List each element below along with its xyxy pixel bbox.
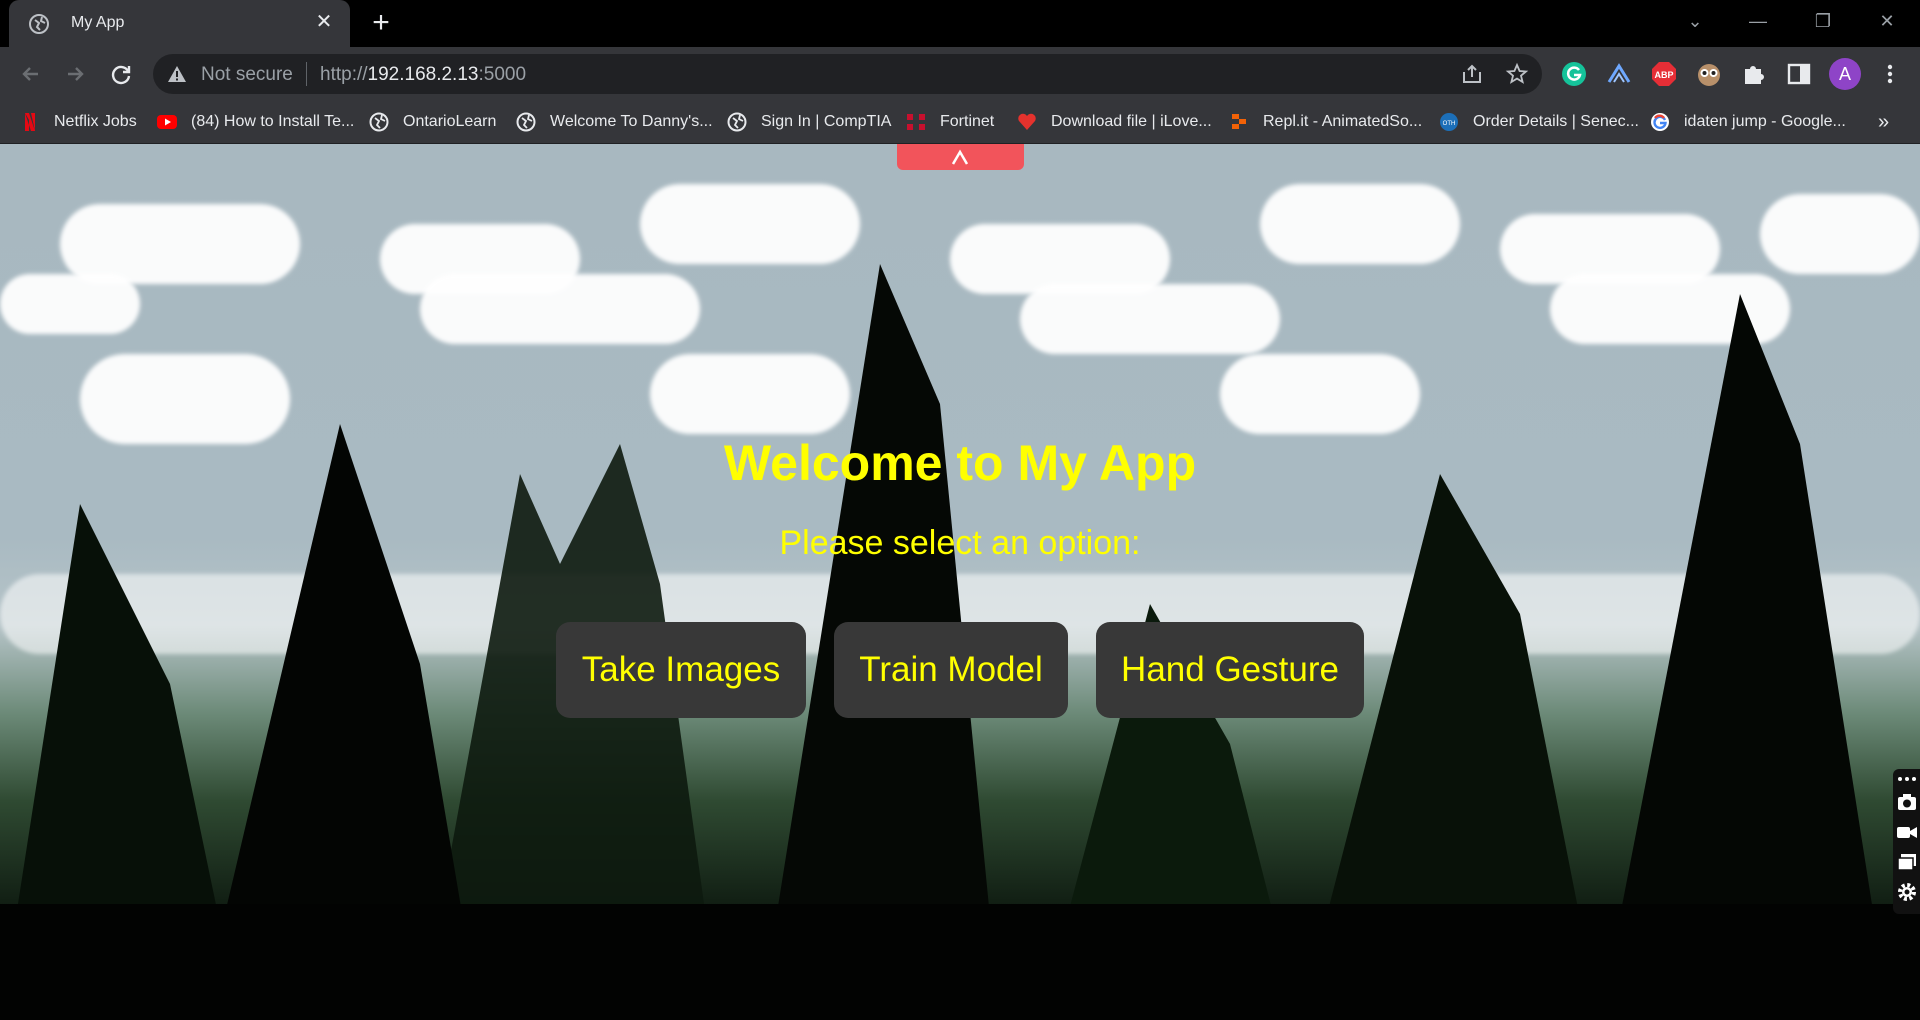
warning-icon [168, 66, 186, 82]
bookmark-item[interactable]: Repl.it - AnimatedSo... [1229, 109, 1422, 135]
bookmark-item[interactable]: OntarioLearn [369, 109, 496, 135]
adblock-plus-icon[interactable]: ABP [1650, 60, 1678, 88]
google-icon [1651, 113, 1669, 131]
menu-kebab-icon[interactable] [1876, 60, 1904, 88]
bookmark-label: (84) How to Install Te... [191, 113, 355, 130]
bookmark-item[interactable]: idaten jump - Google... [1650, 109, 1846, 135]
url-scheme: http:// [320, 64, 368, 85]
tab-close-icon[interactable]: ✕ [312, 10, 336, 34]
share-icon[interactable] [1460, 62, 1484, 86]
oth-icon: OTH [1440, 113, 1458, 131]
train-model-button[interactable]: Train Model [834, 622, 1068, 718]
hand-gesture-button[interactable]: Hand Gesture [1096, 622, 1364, 718]
browser-tab[interactable]: My App ✕ [9, 0, 350, 47]
omnibox-divider [306, 62, 307, 86]
bookmark-label: Repl.it - AnimatedSo... [1263, 113, 1423, 130]
back-arrow-icon[interactable] [14, 57, 48, 91]
vpn-extension-icon[interactable] [1605, 60, 1633, 88]
profile-avatar[interactable]: A [1829, 58, 1861, 90]
address-bar[interactable]: Not secure http://192.168.2.13:5000 [153, 54, 1542, 94]
forward-arrow-icon[interactable] [58, 57, 92, 91]
url-port: :5000 [478, 64, 527, 85]
vpn-extension-icon [951, 149, 969, 165]
bookmarks-bar: Netflix Jobs (84) How to Install Te... O… [0, 101, 1920, 144]
fortinet-icon [907, 114, 925, 130]
minimize-button[interactable]: — [1732, 6, 1784, 36]
video-camera-icon[interactable] [1896, 821, 1918, 843]
bookmark-label: Order Details | Senec... [1473, 113, 1639, 130]
svg-text:ABP: ABP [1654, 70, 1673, 80]
bookmark-item[interactable]: Fortinet [906, 109, 994, 135]
owl-extension-icon[interactable] [1695, 60, 1723, 88]
grammarly-icon[interactable] [1560, 60, 1588, 88]
page-prompt: Please select an option: [779, 524, 1141, 562]
bookmark-label: Download file | iLove... [1051, 113, 1212, 130]
globe-icon [29, 14, 49, 34]
capture-sidebar [1893, 769, 1920, 914]
bookmark-item[interactable]: OTH Order Details | Senec... [1439, 109, 1639, 135]
bookmark-label: Fortinet [940, 113, 995, 130]
bookmark-label: idaten jump - Google... [1684, 113, 1846, 130]
extension-pull-tab[interactable] [897, 144, 1024, 170]
globe-icon [369, 112, 389, 132]
extensions-puzzle-icon[interactable] [1740, 60, 1768, 88]
bookmark-label: OntarioLearn [403, 113, 497, 130]
star-bookmark-icon[interactable] [1505, 62, 1529, 86]
svg-text:OTH: OTH [1443, 121, 1456, 127]
globe-icon [727, 112, 747, 132]
more-options-icon[interactable] [1896, 773, 1918, 785]
bookmark-item[interactable]: Sign In | CompTIA [727, 109, 891, 135]
netflix-icon [25, 113, 35, 131]
url-text[interactable]: http://192.168.2.13:5000 [320, 64, 526, 86]
reload-icon[interactable] [104, 57, 138, 91]
camera-icon[interactable] [1896, 791, 1918, 813]
title-bar: My App ✕ + ⌄ — ❐ ✕ [0, 0, 1920, 47]
bookmark-label: Sign In | CompTIA [761, 113, 892, 130]
bookmark-label: Welcome To Danny's... [550, 113, 713, 130]
page-viewport: Welcome to My App Please select an optio… [0, 144, 1920, 1020]
restore-button[interactable]: ❐ [1797, 6, 1849, 36]
close-window-button[interactable]: ✕ [1861, 6, 1913, 36]
side-panel-icon[interactable] [1785, 60, 1813, 88]
settings-gear-icon[interactable] [1896, 881, 1918, 903]
bookmark-item[interactable]: Download file | iLove... [1017, 109, 1212, 135]
new-tab-button[interactable]: + [365, 8, 397, 40]
heart-icon [1018, 113, 1036, 130]
url-host: 192.168.2.13 [367, 64, 479, 85]
tab-title: My App [71, 14, 125, 31]
security-status[interactable]: Not secure [201, 64, 293, 86]
bookmark-label: Netflix Jobs [54, 113, 137, 130]
replit-icon [1232, 114, 1246, 129]
bookmark-item[interactable]: Netflix Jobs [20, 109, 137, 135]
bookmarks-overflow-button[interactable]: » [1878, 109, 1889, 135]
tab-search-icon[interactable]: ⌄ [1669, 6, 1721, 36]
youtube-icon [157, 115, 177, 129]
take-images-button[interactable]: Take Images [556, 622, 806, 718]
bookmark-item[interactable]: (84) How to Install Te... [157, 109, 354, 135]
bookmark-item[interactable]: Welcome To Danny's... [516, 109, 713, 135]
globe-icon [516, 112, 536, 132]
browser-toolbar: Not secure http://192.168.2.13:5000 ABP … [0, 47, 1920, 101]
page-title: Welcome to My App [723, 435, 1197, 491]
gallery-icon[interactable] [1896, 851, 1918, 873]
forest-silhouette [0, 264, 1920, 1020]
